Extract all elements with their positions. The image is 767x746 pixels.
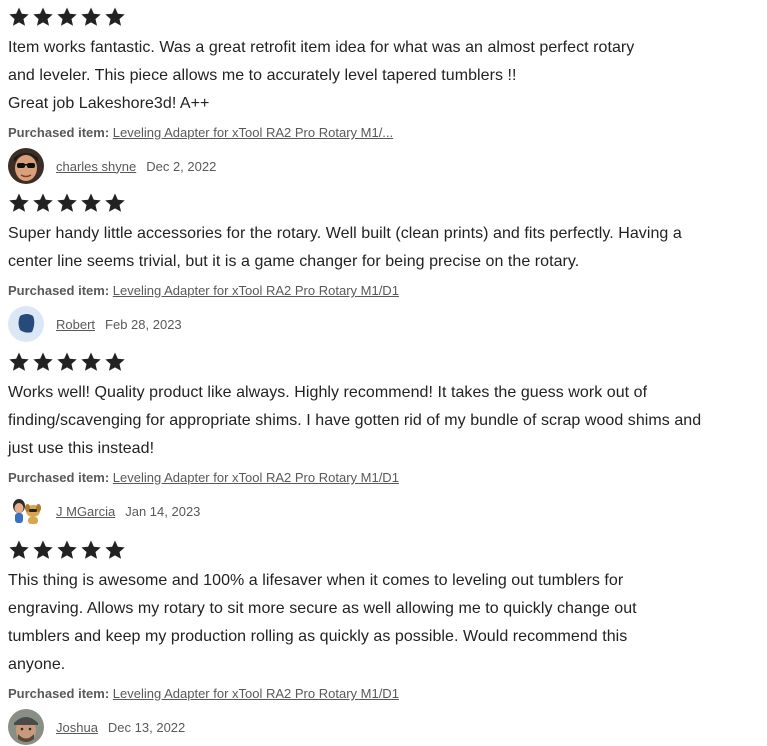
- review-text: Item works fantastic. Was a great retrof…: [8, 34, 763, 118]
- review-card: Works well! Quality product like always.…: [8, 351, 763, 529]
- star-icon: [80, 351, 102, 373]
- review-text: Super handy little accessories for the r…: [8, 220, 763, 276]
- purchased-item-link[interactable]: Leveling Adapter for xTool RA2 Pro Rotar…: [113, 686, 399, 701]
- review-text-line: This thing is awesome and 100% a lifesav…: [8, 572, 624, 589]
- review-text-line: just use this instead!: [8, 440, 155, 457]
- reviewer-name-link[interactable]: J MGarcia: [56, 504, 115, 519]
- star-icon: [104, 351, 126, 373]
- review-card: Super handy little accessories for the r…: [8, 192, 763, 342]
- star-icon: [56, 351, 78, 373]
- star-icon: [80, 539, 102, 561]
- review-card: Item works fantastic. Was a great retrof…: [8, 6, 763, 184]
- purchased-item-link[interactable]: Leveling Adapter for xTool RA2 Pro Rotar…: [113, 125, 393, 140]
- star-icon: [80, 192, 102, 214]
- review-date: Dec 13, 2022: [107, 719, 186, 735]
- purchased-item-row: Purchased item: Leveling Adapter for xTo…: [8, 282, 763, 300]
- purchased-item-row: Purchased item: Leveling Adapter for xTo…: [8, 124, 763, 142]
- purchased-item-row: Purchased item: Leveling Adapter for xTo…: [8, 469, 763, 487]
- purchased-item-label: Purchased item:: [8, 283, 110, 298]
- review-text: Works well! Quality product like always.…: [8, 379, 763, 463]
- purchased-item-row: Purchased item: Leveling Adapter for xTo…: [8, 685, 763, 703]
- reviewer-byline: J MGarcia Jan 14, 2023: [8, 493, 763, 529]
- review-text-line: center line seems trivial, but it is a g…: [8, 253, 580, 270]
- purchased-item-label: Purchased item:: [8, 686, 110, 701]
- star-icon: [32, 539, 54, 561]
- purchased-item-label: Purchased item:: [8, 470, 110, 485]
- reviewer-name-link[interactable]: Robert: [56, 317, 95, 332]
- review-text-line: anyone.: [8, 656, 66, 673]
- star-icon: [32, 6, 54, 28]
- review-text-line: finding/scavenging for appropriate shims…: [8, 412, 702, 429]
- review-text-line: Works well! Quality product like always.…: [8, 384, 648, 401]
- person-cap-avatar[interactable]: [8, 709, 44, 745]
- star-icon: [32, 192, 54, 214]
- purchased-item-link[interactable]: Leveling Adapter for xTool RA2 Pro Rotar…: [113, 283, 399, 298]
- reviewer-name-link[interactable]: Joshua: [56, 720, 98, 735]
- star-icon: [8, 539, 30, 561]
- purchased-item-label: Purchased item:: [8, 125, 110, 140]
- star-icon: [104, 6, 126, 28]
- review-text-line: Item works fantastic. Was a great retrof…: [8, 39, 635, 56]
- review-text-line: Super handy little accessories for the r…: [8, 225, 682, 242]
- star-icon: [8, 6, 30, 28]
- review-text-line: tumblers and keep my production rolling …: [8, 628, 628, 645]
- reviewer-byline: charles shyne Dec 2, 2022: [8, 148, 763, 184]
- review-text-line: engraving. Allows my rotary to sit more …: [8, 600, 637, 617]
- star-icon: [56, 539, 78, 561]
- purchased-item-link[interactable]: Leveling Adapter for xTool RA2 Pro Rotar…: [113, 470, 399, 485]
- star-icon: [104, 192, 126, 214]
- review-date: Feb 28, 2023: [105, 316, 182, 332]
- review-date: Dec 2, 2022: [146, 158, 217, 174]
- reviewer-byline: Robert Feb 28, 2023: [8, 306, 763, 342]
- star-icon: [8, 351, 30, 373]
- default-blue-avatar[interactable]: [8, 306, 44, 342]
- review-text-line: and leveler. This piece allows me to acc…: [8, 67, 517, 84]
- star-icon: [104, 539, 126, 561]
- person-sunglasses-avatar[interactable]: [8, 148, 44, 184]
- star-icon: [56, 6, 78, 28]
- star-icon: [32, 351, 54, 373]
- star-icon: [8, 192, 30, 214]
- star-icon: [56, 192, 78, 214]
- star-rating: [8, 351, 763, 373]
- star-icon: [80, 6, 102, 28]
- star-rating: [8, 6, 763, 28]
- reviewer-byline: Joshua Dec 13, 2022: [8, 709, 763, 745]
- review-text: This thing is awesome and 100% a lifesav…: [8, 567, 763, 679]
- star-rating: [8, 539, 763, 561]
- reviewer-name-link[interactable]: charles shyne: [56, 159, 136, 174]
- review-date: Jan 14, 2023: [125, 503, 201, 519]
- review-card: This thing is awesome and 100% a lifesav…: [8, 539, 763, 745]
- star-rating: [8, 192, 763, 214]
- review-text-line: Great job Lakeshore3d! A++: [8, 95, 210, 112]
- cartoon-person-dog-avatar[interactable]: [8, 493, 44, 529]
